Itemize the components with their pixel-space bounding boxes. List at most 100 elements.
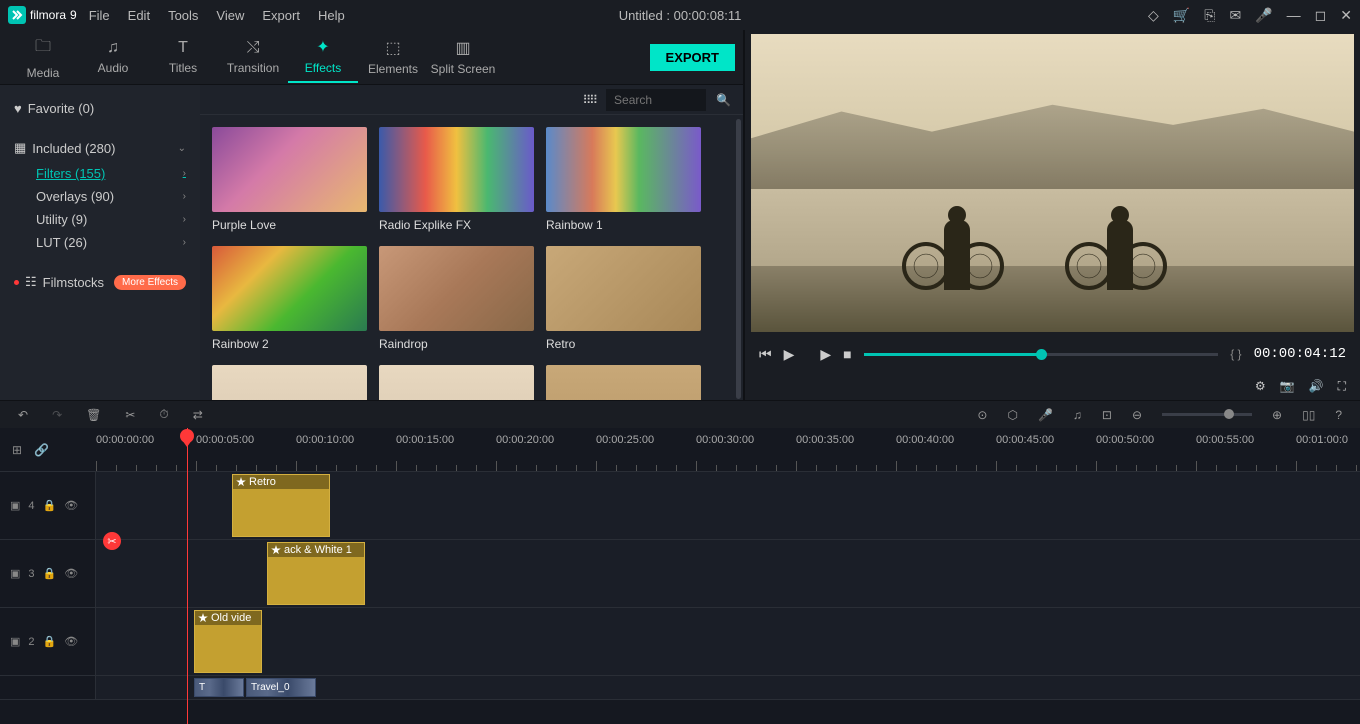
gallery-scrollbar[interactable] — [736, 119, 741, 399]
grid-view-icon[interactable]: ⠿⠿ — [582, 93, 596, 107]
volume-icon[interactable]: 🔊 — [1309, 379, 1324, 393]
video-clip[interactable]: Travel_0 — [246, 678, 316, 697]
playhead[interactable] — [187, 428, 188, 724]
effect-thumb[interactable]: Raindrop — [379, 246, 534, 351]
clip-label: Old vide — [211, 612, 251, 624]
tab-elements[interactable]: ⬚Elements — [358, 32, 428, 82]
play2-button[interactable]: ▶ — [820, 346, 831, 363]
render-icon[interactable]: ⊙ — [977, 408, 987, 422]
effect-thumb[interactable]: Purple Love — [212, 127, 367, 232]
tab-audio[interactable]: ♫Audio — [78, 33, 148, 81]
lock-icon[interactable]: 🔒 — [43, 499, 57, 512]
track-type-icon: ▣ — [10, 635, 20, 648]
eye-icon[interactable]: 👁 — [64, 567, 78, 580]
logo-icon — [8, 6, 26, 24]
preview-canvas[interactable] — [751, 34, 1354, 332]
effect-thumb[interactable]: Retro — [546, 246, 701, 351]
mic-icon[interactable]: 🎤 — [1255, 7, 1272, 24]
snapshot-icon[interactable]: 📷 — [1280, 379, 1295, 393]
ruler-label: 00:00:55:00 — [1196, 434, 1254, 446]
delete-button[interactable]: 🗑 — [86, 408, 101, 422]
stop-button[interactable]: ■ — [843, 346, 851, 362]
cart-icon[interactable]: 🛒 — [1173, 7, 1190, 24]
close-icon[interactable]: ✕ — [1340, 7, 1352, 24]
sidebar-utility[interactable]: Utility (9)› — [0, 208, 200, 231]
menu-edit[interactable]: Edit — [128, 8, 150, 23]
user-icon[interactable]: ◇ — [1148, 7, 1159, 24]
video-clip[interactable]: T — [194, 678, 244, 697]
quality-icon[interactable]: ⚙ — [1255, 379, 1266, 393]
prev-frame-button[interactable]: ⏮ — [759, 346, 772, 363]
link-icon[interactable]: 🔗 — [34, 443, 49, 457]
menu-view[interactable]: View — [216, 8, 244, 23]
tab-label: Titles — [169, 61, 197, 75]
speed-button[interactable]: ⏱ — [159, 407, 168, 422]
cut-button[interactable]: ✂ — [125, 408, 135, 422]
tab-media[interactable]: 🗀Media — [8, 29, 78, 86]
tab-titles[interactable]: TTitles — [148, 33, 218, 81]
sidebar-filmstocks[interactable]: ☷FilmstocksMore Effects — [0, 268, 200, 296]
tab-effects[interactable]: ✦Effects — [288, 31, 358, 83]
search-input[interactable] — [606, 89, 706, 111]
tab-split-screen[interactable]: ▥Split Screen — [428, 32, 498, 82]
adjust-button[interactable]: ⇄ — [193, 408, 203, 422]
maximize-icon[interactable]: ◻ — [1315, 7, 1327, 24]
manage-tracks-icon[interactable]: ▯▯ — [1302, 408, 1315, 422]
zoom-slider[interactable] — [1162, 413, 1252, 416]
menu-tools[interactable]: Tools — [168, 8, 198, 23]
timeline-ruler[interactable]: 00:00:00:0000:00:05:0000:00:10:0000:00:1… — [96, 428, 1360, 471]
effect-clip[interactable]: Retro — [232, 474, 330, 537]
menu-file[interactable]: File — [89, 8, 110, 23]
effect-clip[interactable]: Old vide — [194, 610, 262, 673]
mixer-icon[interactable]: ♫ — [1073, 408, 1082, 422]
track-body[interactable]: TTravel_0 — [96, 676, 1360, 699]
timeline-track: ▣2🔒👁Old vide — [0, 608, 1360, 676]
mail-icon[interactable]: ✉ — [1229, 7, 1241, 24]
grid-icon: ▦ — [14, 140, 26, 156]
zoom-fit-icon[interactable]: ⊡ — [1102, 408, 1112, 422]
play-button[interactable]: ▶ — [784, 346, 795, 363]
undo-button[interactable]: ↶ — [18, 408, 28, 422]
effect-thumb[interactable]: Rainbow 2 — [212, 246, 367, 351]
sidebar-overlays[interactable]: Overlays (90)› — [0, 185, 200, 208]
zoom-out-icon[interactable]: ⊖ — [1132, 408, 1142, 422]
track-body[interactable]: ack & White 1✂ — [96, 540, 1360, 607]
sidebar-filters[interactable]: Filters (155)› — [0, 162, 200, 185]
track-body[interactable]: Old vide — [96, 608, 1360, 675]
effect-thumb[interactable] — [379, 365, 534, 400]
menu-export[interactable]: Export — [262, 8, 300, 23]
lock-icon[interactable]: 🔒 — [43, 635, 57, 648]
redo-button[interactable]: ↷ — [52, 408, 62, 422]
sidebar-lut[interactable]: LUT (26)› — [0, 231, 200, 254]
zoom-in-icon[interactable]: ⊕ — [1272, 408, 1282, 422]
eye-icon[interactable]: 👁 — [64, 499, 78, 512]
effect-thumb[interactable]: Rainbow 1 — [546, 127, 701, 232]
marker-icon[interactable]: ⬡ — [1007, 408, 1017, 422]
save-icon[interactable]: ⎘ — [1204, 7, 1215, 24]
record-icon[interactable]: 🎤 — [1038, 408, 1053, 422]
more-effects-badge[interactable]: More Effects — [114, 275, 186, 290]
export-button[interactable]: EXPORT — [650, 44, 735, 71]
lock-icon[interactable]: 🔒 — [43, 567, 57, 580]
effect-thumb[interactable] — [212, 365, 367, 400]
sidebar-favorite[interactable]: ♥Favorite (0) — [0, 95, 200, 122]
minimize-icon[interactable]: — — [1287, 7, 1301, 23]
tab-transition[interactable]: ⤭Transition — [218, 33, 288, 81]
menu-help[interactable]: Help — [318, 8, 345, 23]
track-body[interactable]: Retro — [96, 472, 1360, 539]
markers-icon[interactable]: { } — [1230, 347, 1241, 361]
chevron-right-icon: › — [183, 237, 186, 248]
effect-clip[interactable]: ack & White 1 — [267, 542, 365, 605]
search-icon[interactable]: 🔍 — [716, 93, 731, 107]
stack-icon: ☷ — [25, 274, 37, 290]
effect-thumb[interactable]: Radio Explike FX — [379, 127, 534, 232]
help-icon[interactable]: ? — [1335, 408, 1342, 422]
add-track-icon[interactable]: ⊞ — [12, 443, 22, 457]
fullscreen-icon[interactable]: ⛶ — [1338, 379, 1346, 394]
eye-icon[interactable]: 👁 — [64, 635, 78, 648]
project-title: Untitled : 00:00:08:11 — [619, 8, 742, 23]
sidebar-included[interactable]: ▦Included (280)⌄ — [0, 134, 200, 162]
track-type-icon: ▣ — [10, 499, 20, 512]
preview-slider[interactable] — [864, 353, 1219, 356]
effect-thumb[interactable] — [546, 365, 701, 400]
